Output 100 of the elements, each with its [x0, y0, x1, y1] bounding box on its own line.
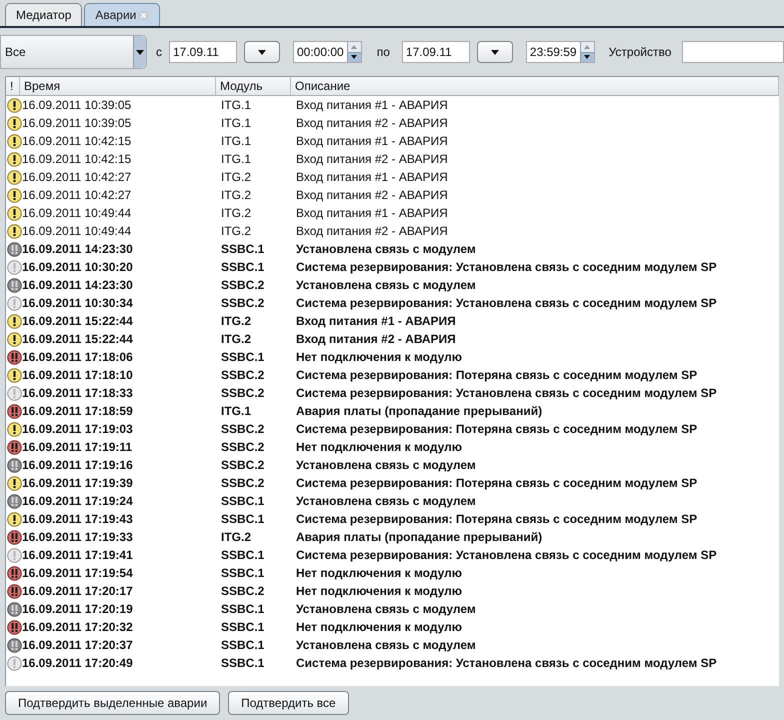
- table-cell-text: SSBC.1: [220, 349, 266, 366]
- table-cell-text: 16.09.2011 17:19:39: [22, 475, 134, 492]
- column-header[interactable]: Описание: [291, 77, 779, 95]
- table-cell-text: 16.09.2011 10:49:44: [22, 223, 132, 240]
- table-cell-text: ITG.1: [220, 115, 252, 132]
- table-cell-text: 16.09.2011 17:19:43: [22, 511, 134, 528]
- table-cell-text: Вход питания #2 - АВАРИЯ: [295, 151, 448, 168]
- table-cell-text: Установлена связь с модулем: [295, 601, 476, 618]
- table-cell-text: Система резервирования: Установлена связь с соседним модулем SP: [295, 547, 717, 564]
- table-cell-text: SSBC.1: [220, 493, 266, 510]
- column-header[interactable]: !: [6, 77, 20, 95]
- table-cell-text: SSBC.2: [220, 457, 266, 474]
- table-cell-text: SSBC.1: [220, 655, 266, 672]
- table-cell-text: SSBC.1: [220, 637, 266, 654]
- column-header[interactable]: Модуль: [216, 77, 291, 95]
- table-cell-text: ITG.2: [220, 169, 252, 186]
- table-cell-text: SSBC.1: [220, 547, 266, 564]
- confirm-button[interactable]: Подтвердить все: [228, 691, 349, 715]
- table-cell-text: 16.09.2011 10:39:05: [22, 115, 132, 132]
- table-cell-text: Система резервирования: Установлена связь с соседним модулем SP: [295, 385, 717, 402]
- table-cell-text: 16.09.2011 17:19:41: [22, 547, 134, 564]
- table-cell-text: SSBC.1: [220, 241, 266, 258]
- type-dropdown[interactable]: Все: [0, 35, 147, 69]
- table-cell-text: 16.09.2011 17:18:59: [22, 403, 134, 420]
- table-cell-text: 16.09.2011 17:19:24: [22, 493, 134, 510]
- caret-icon: [258, 50, 266, 54]
- table-cell-text: SSBC.1: [220, 565, 266, 582]
- table-cell-text: Установлена связь с модулем: [295, 241, 476, 258]
- table-cell-text: 16.09.2011 17:19:03: [22, 421, 134, 438]
- from-time-spinner[interactable]: 00:00:00: [293, 41, 362, 63]
- device-field[interactable]: [682, 41, 784, 63]
- calendar-button[interactable]: [244, 41, 280, 63]
- device-label: Устройство: [608, 44, 672, 61]
- table-cell-text: Вход питания #2 - АВАРИЯ: [295, 331, 456, 348]
- table-cell-text: Нет подключения к модулю: [295, 565, 462, 582]
- table-cell-text: SSBC.2: [220, 475, 266, 492]
- table-cell-text: ITG.2: [220, 331, 252, 348]
- table-cell-text: Установлена связь с модулем: [295, 493, 476, 510]
- table-cell-text: Система резервирования: Установлена связь с соседним модулем SP: [295, 295, 717, 312]
- table-cell-text: 16.09.2011 10:42:27: [22, 169, 132, 186]
- table-cell-text: SSBC.1: [220, 619, 266, 636]
- table-cell-text: 16.09.2011 17:20:17: [22, 583, 134, 600]
- table-cell-text: ITG.2: [220, 529, 252, 546]
- table-cell-text: Вход питания #2 - АВАРИЯ: [295, 223, 448, 240]
- table-cell-text: ITG.2: [220, 223, 252, 240]
- table-cell-text: 16.09.2011 10:30:20: [22, 259, 134, 276]
- table-cell-text: ITG.2: [220, 313, 252, 330]
- table-cell-text: SSBC.2: [220, 439, 266, 456]
- table-cell-text: 16.09.2011 10:42:15: [22, 151, 132, 168]
- table-cell-text: 16.09.2011 17:18:06: [22, 349, 134, 366]
- table-cell-text: Вход питания #1 - АВАРИЯ: [295, 133, 448, 150]
- table-cell-text: Нет подключения к модулю: [295, 583, 462, 600]
- table-cell-text: 16.09.2011 17:20:49: [22, 655, 134, 672]
- confirm-button[interactable]: Подтвердить выделенные аварии: [5, 691, 220, 715]
- table-cell-text: Система резервирования: Потеряна связь с соседним модулем SP: [295, 421, 698, 438]
- table-cell-text: Нет подключения к модулю: [295, 439, 462, 456]
- table-cell-text: Вход питания #2 - АВАРИЯ: [295, 187, 448, 204]
- table-cell-text: SSBC.1: [220, 511, 266, 528]
- table-cell-text: Авария платы (пропадание прерываний): [295, 403, 542, 420]
- table-cell-text: 16.09.2011 17:18:33: [22, 385, 134, 402]
- table-cell-text: SSBC.2: [220, 367, 266, 384]
- to-time-spinner[interactable]: 23:59:59: [526, 41, 595, 63]
- table-cell-text: ITG.2: [220, 187, 252, 204]
- table-cell-text: Вход питания #1 - АВАРИЯ: [295, 169, 448, 186]
- table-cell-text: SSBC.1: [220, 259, 266, 276]
- tab[interactable]: Медиатор: [5, 3, 82, 26]
- table-cell-text: Вход питания #1 - АВАРИЯ: [295, 97, 448, 114]
- table-cell-text: SSBC.2: [220, 421, 266, 438]
- table-cell-text: Вход питания #1 - АВАРИЯ: [295, 205, 448, 222]
- to-label: по: [376, 44, 390, 61]
- table-cell-text: SSBC.1: [220, 601, 266, 618]
- from-label: с: [156, 44, 162, 61]
- table-cell-text: 16.09.2011 17:19:16: [22, 457, 134, 474]
- table-cell-text: 16.09.2011 15:22:44: [22, 313, 134, 330]
- down-arrow-icon: [351, 55, 358, 60]
- caret-icon: [136, 50, 144, 54]
- table-cell-text: ITG.1: [220, 151, 252, 168]
- caret-icon: [490, 50, 499, 54]
- column-header[interactable]: Время: [20, 77, 216, 95]
- table-cell-text: ITG.1: [220, 97, 252, 114]
- table-cell-text: 16.09.2011 10:30:34: [22, 295, 134, 312]
- table-cell-text: Вход питания #1 - АВАРИЯ: [295, 313, 456, 330]
- table-cell-text: 16.09.2011 14:23:30: [22, 277, 134, 294]
- table-cell-text: Нет подключения к модулю: [295, 349, 462, 366]
- table-cell-text: 16.09.2011 15:22:44: [22, 331, 134, 348]
- table-cell-text: 16.09.2011 17:18:10: [22, 367, 134, 384]
- table-cell-text: 16.09.2011 17:20:32: [22, 619, 134, 636]
- calendar-button[interactable]: [476, 41, 513, 63]
- table-cell-text: Система резервирования: Установлена связь с соседним модулем SP: [295, 655, 717, 672]
- from-date-field[interactable]: 17.09.11: [169, 41, 237, 63]
- table-cell-text: 16.09.2011 17:19:11: [22, 439, 134, 456]
- to-date-field[interactable]: 17.09.11: [402, 41, 470, 63]
- table-cell-text: 16.09.2011 14:23:30: [22, 241, 134, 258]
- table-cell-text: 16.09.2011 17:20:37: [22, 637, 134, 654]
- tab[interactable]: Аварии: [84, 3, 160, 26]
- table-cell-text: Установлена связь с модулем: [295, 637, 476, 654]
- table-cell-text: Установлена связь с модулем: [295, 277, 476, 294]
- table-cell-text: Система резервирования: Потеряна связь с соседним модулем SP: [295, 511, 698, 528]
- table-cell-text: SSBC.2: [220, 295, 266, 312]
- table-cell-text: 16.09.2011 10:49:44: [22, 205, 132, 222]
